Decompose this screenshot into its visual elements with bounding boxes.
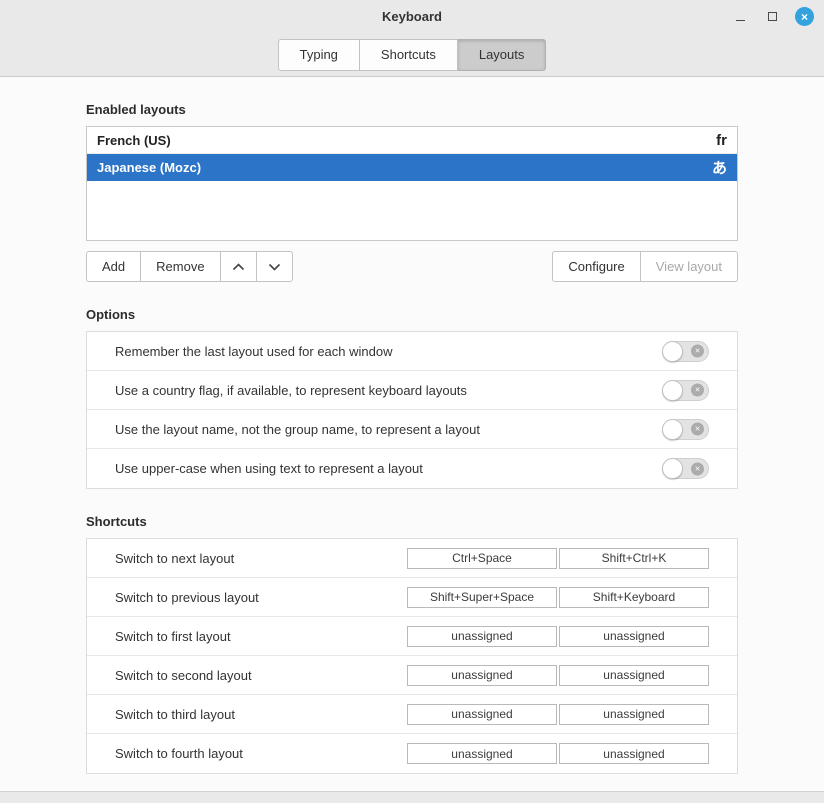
keybinding-button[interactable]: unassigned — [407, 626, 557, 647]
tab-shortcuts[interactable]: Shortcuts — [360, 39, 458, 71]
toggle-knob — [662, 380, 683, 401]
remove-layout-button[interactable]: Remove — [141, 251, 220, 282]
tab-typing[interactable]: Typing — [278, 39, 360, 71]
keybinding-button[interactable]: unassigned — [559, 626, 709, 647]
window-title: Keyboard — [382, 9, 442, 24]
option-label: Remember the last layout used for each w… — [115, 344, 392, 359]
close-button[interactable]: × — [795, 7, 814, 26]
maximize-icon — [768, 12, 777, 21]
tab-bar: Typing Shortcuts Layouts — [0, 33, 824, 77]
keybinding-button[interactable]: Ctrl+Space — [407, 548, 557, 569]
layout-view-button-group: Configure View layout — [552, 251, 738, 282]
option-row-country-flag: Use a country flag, if available, to rep… — [87, 371, 737, 410]
layout-name: French (US) — [97, 133, 171, 148]
shortcut-label: Switch to second layout — [115, 668, 252, 683]
window-controls: × — [731, 0, 814, 33]
shortcut-row-fourth-layout: Switch to fourth layout unassigned unass… — [87, 734, 737, 773]
layout-indicator: あ — [712, 157, 727, 178]
shortcut-label: Switch to first layout — [115, 629, 231, 644]
layouts-page: Enabled layouts French (US) fr Japanese … — [0, 77, 824, 791]
chevron-up-icon — [232, 263, 245, 271]
shortcut-label: Switch to fourth layout — [115, 746, 243, 761]
shortcut-label: Switch to previous layout — [115, 590, 259, 605]
keybinding-button[interactable]: unassigned — [407, 665, 557, 686]
toggle-upper-case[interactable]: × — [662, 458, 709, 479]
maximize-button[interactable] — [763, 7, 782, 26]
keyboard-settings-window: Keyboard × Typing Shortcuts Layouts Enab… — [0, 0, 824, 803]
layout-edit-button-group: Add Remove — [86, 251, 293, 282]
layout-item-french-us[interactable]: French (US) fr — [87, 127, 737, 154]
layout-list-actions: Add Remove Configure View layout — [86, 251, 738, 282]
shortcut-row-previous-layout: Switch to previous layout Shift+Super+Sp… — [87, 578, 737, 617]
keybinding-button[interactable]: unassigned — [559, 704, 709, 725]
shortcut-row-second-layout: Switch to second layout unassigned unass… — [87, 656, 737, 695]
keybinding-group: Shift+Super+Space Shift+Keyboard — [407, 587, 709, 608]
option-label: Use the layout name, not the group name,… — [115, 422, 480, 437]
options-panel: Remember the last layout used for each w… — [86, 331, 738, 489]
shortcut-row-third-layout: Switch to third layout unassigned unassi… — [87, 695, 737, 734]
option-label: Use upper-case when using text to repres… — [115, 461, 423, 476]
toggle-knob — [662, 419, 683, 440]
minimize-button[interactable] — [731, 7, 750, 26]
option-row-upper-case: Use upper-case when using text to repres… — [87, 449, 737, 488]
toggle-knob — [662, 458, 683, 479]
toggle-knob — [662, 341, 683, 362]
keybinding-button[interactable]: unassigned — [559, 743, 709, 764]
shortcut-row-first-layout: Switch to first layout unassigned unassi… — [87, 617, 737, 656]
keybinding-group: Ctrl+Space Shift+Ctrl+K — [407, 548, 709, 569]
shortcut-label: Switch to third layout — [115, 707, 235, 722]
keybinding-group: unassigned unassigned — [407, 626, 709, 647]
keybinding-group: unassigned unassigned — [407, 665, 709, 686]
configure-button[interactable]: Configure — [552, 251, 640, 282]
options-heading: Options — [86, 282, 738, 331]
layout-item-japanese-mozc[interactable]: Japanese (Mozc) あ — [87, 154, 737, 181]
shortcuts-heading: Shortcuts — [86, 489, 738, 538]
toggle-remember-last-layout[interactable]: × — [662, 341, 709, 362]
chevron-down-icon — [268, 263, 281, 271]
titlebar[interactable]: Keyboard × — [0, 0, 824, 33]
keybinding-button[interactable]: Shift+Ctrl+K — [559, 548, 709, 569]
toggle-off-icon: × — [691, 384, 704, 397]
option-row-layout-name: Use the layout name, not the group name,… — [87, 410, 737, 449]
layout-indicator: fr — [716, 132, 727, 149]
enabled-layouts-heading: Enabled layouts — [86, 77, 738, 126]
keybinding-button[interactable]: Shift+Super+Space — [407, 587, 557, 608]
add-layout-button[interactable]: Add — [86, 251, 141, 282]
shortcut-row-next-layout: Switch to next layout Ctrl+Space Shift+C… — [87, 539, 737, 578]
keybinding-button[interactable]: unassigned — [407, 704, 557, 725]
keybinding-button[interactable]: Shift+Keyboard — [559, 587, 709, 608]
minimize-icon — [736, 20, 745, 21]
close-icon: × — [801, 11, 808, 23]
shortcut-label: Switch to next layout — [115, 551, 234, 566]
keybinding-group: unassigned unassigned — [407, 704, 709, 725]
shortcuts-panel: Switch to next layout Ctrl+Space Shift+C… — [86, 538, 738, 774]
tab-group: Typing Shortcuts Layouts — [278, 39, 547, 71]
layout-name: Japanese (Mozc) — [97, 160, 201, 175]
keybinding-group: unassigned unassigned — [407, 743, 709, 764]
window-bottom-edge — [0, 791, 824, 803]
toggle-off-icon: × — [691, 345, 704, 358]
toggle-off-icon: × — [691, 462, 704, 475]
toggle-layout-name[interactable]: × — [662, 419, 709, 440]
keybinding-button[interactable]: unassigned — [407, 743, 557, 764]
tab-layouts[interactable]: Layouts — [458, 39, 547, 71]
view-layout-button[interactable]: View layout — [641, 251, 738, 282]
toggle-country-flag[interactable]: × — [662, 380, 709, 401]
option-row-remember-last-layout: Remember the last layout used for each w… — [87, 332, 737, 371]
option-label: Use a country flag, if available, to rep… — [115, 383, 467, 398]
enabled-layouts-list: French (US) fr Japanese (Mozc) あ — [86, 126, 738, 241]
toggle-off-icon: × — [691, 423, 704, 436]
keybinding-button[interactable]: unassigned — [559, 665, 709, 686]
move-layout-down-button[interactable] — [257, 251, 293, 282]
move-layout-up-button[interactable] — [221, 251, 257, 282]
